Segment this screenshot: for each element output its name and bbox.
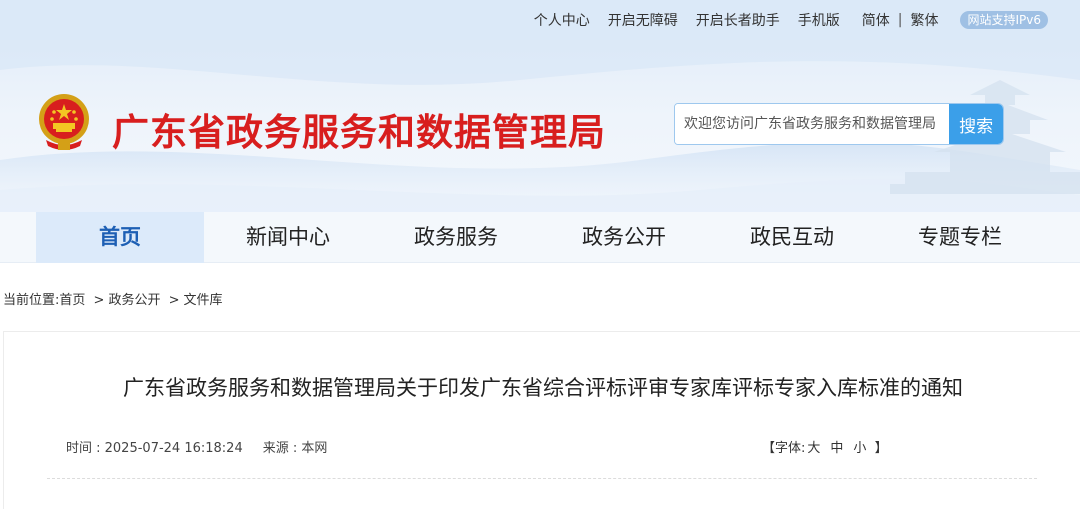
nav-item-home[interactable]: 首页 (36, 212, 204, 263)
font-size-large-button[interactable]: 大 (807, 441, 820, 456)
search-box: 搜索 (674, 103, 1004, 145)
mobile-version-link[interactable]: 手机版 (798, 10, 840, 30)
font-size-small-button[interactable]: 小 (853, 441, 866, 456)
article-panel (3, 331, 1080, 509)
accessibility-toggle-link[interactable]: 开启无障碍 (608, 10, 678, 30)
breadcrumb-prefix: 当前位置: (3, 293, 60, 308)
article-meta: 时间 : 2025-07-24 16:18:24 来源 : 本网 (66, 437, 327, 456)
breadcrumb-separator: > (168, 293, 180, 308)
national-emblem-icon (39, 94, 89, 150)
search-input[interactable] (675, 104, 950, 144)
site-header: 广东省政务服务和数据管理局 搜索 (0, 40, 1080, 212)
nav-item-news-center[interactable]: 新闻中心 (204, 212, 372, 263)
breadcrumb-home[interactable]: 首页 (59, 293, 85, 308)
publish-time: 时间 : 2025-07-24 16:18:24 (66, 441, 243, 456)
breadcrumb-file-library[interactable]: 文件库 (184, 293, 223, 308)
breadcrumb-separator: > (93, 293, 105, 308)
font-size-medium-button[interactable]: 中 (830, 441, 843, 456)
font-size-close-bracket: 】 (874, 441, 888, 456)
font-size-control: 【字体: 大中小 】 (762, 437, 888, 456)
nav-item-government-affairs-disclosure[interactable]: 政务公开 (540, 212, 708, 263)
site-title: 广东省政务服务和数据管理局 (112, 111, 606, 154)
nav-item-special-topics[interactable]: 专题专栏 (876, 212, 1044, 263)
search-button[interactable]: 搜索 (949, 104, 1003, 144)
language-separator: | (897, 12, 903, 28)
traditional-chinese-link[interactable]: 繁体 (910, 10, 938, 30)
personal-center-link[interactable]: 个人中心 (534, 10, 590, 30)
breadcrumb-government-affairs[interactable]: 政务公开 (108, 293, 160, 308)
simplified-chinese-link[interactable]: 简体 (862, 10, 890, 30)
top-utility-bar: 个人中心 开启无障碍 开启长者助手 手机版 简体 | 繁体 网站支持IPv6 (0, 0, 1080, 40)
nav-item-public-interaction[interactable]: 政民互动 (708, 212, 876, 263)
ipv6-badge: 网站支持IPv6 (960, 11, 1048, 29)
breadcrumb: 当前位置:首页 > 政务公开 > 文件库 (3, 289, 223, 308)
top-links: 个人中心 开启无障碍 开启长者助手 手机版 简体 | 繁体 网站支持IPv6 (534, 0, 1048, 40)
nav-item-government-services[interactable]: 政务服务 (372, 212, 540, 263)
article-title: 广东省政务服务和数据管理局关于印发广东省综合评标评审专家库评标专家入库标准的通知 (123, 376, 963, 400)
font-size-label: 【字体: (762, 441, 806, 456)
elderly-assistant-link[interactable]: 开启长者助手 (696, 10, 780, 30)
article-source: 来源 : 本网 (262, 441, 328, 456)
article-divider (47, 478, 1037, 479)
main-navigation: 首页 新闻中心 政务服务 政务公开 政民互动 专题专栏 (0, 212, 1080, 263)
